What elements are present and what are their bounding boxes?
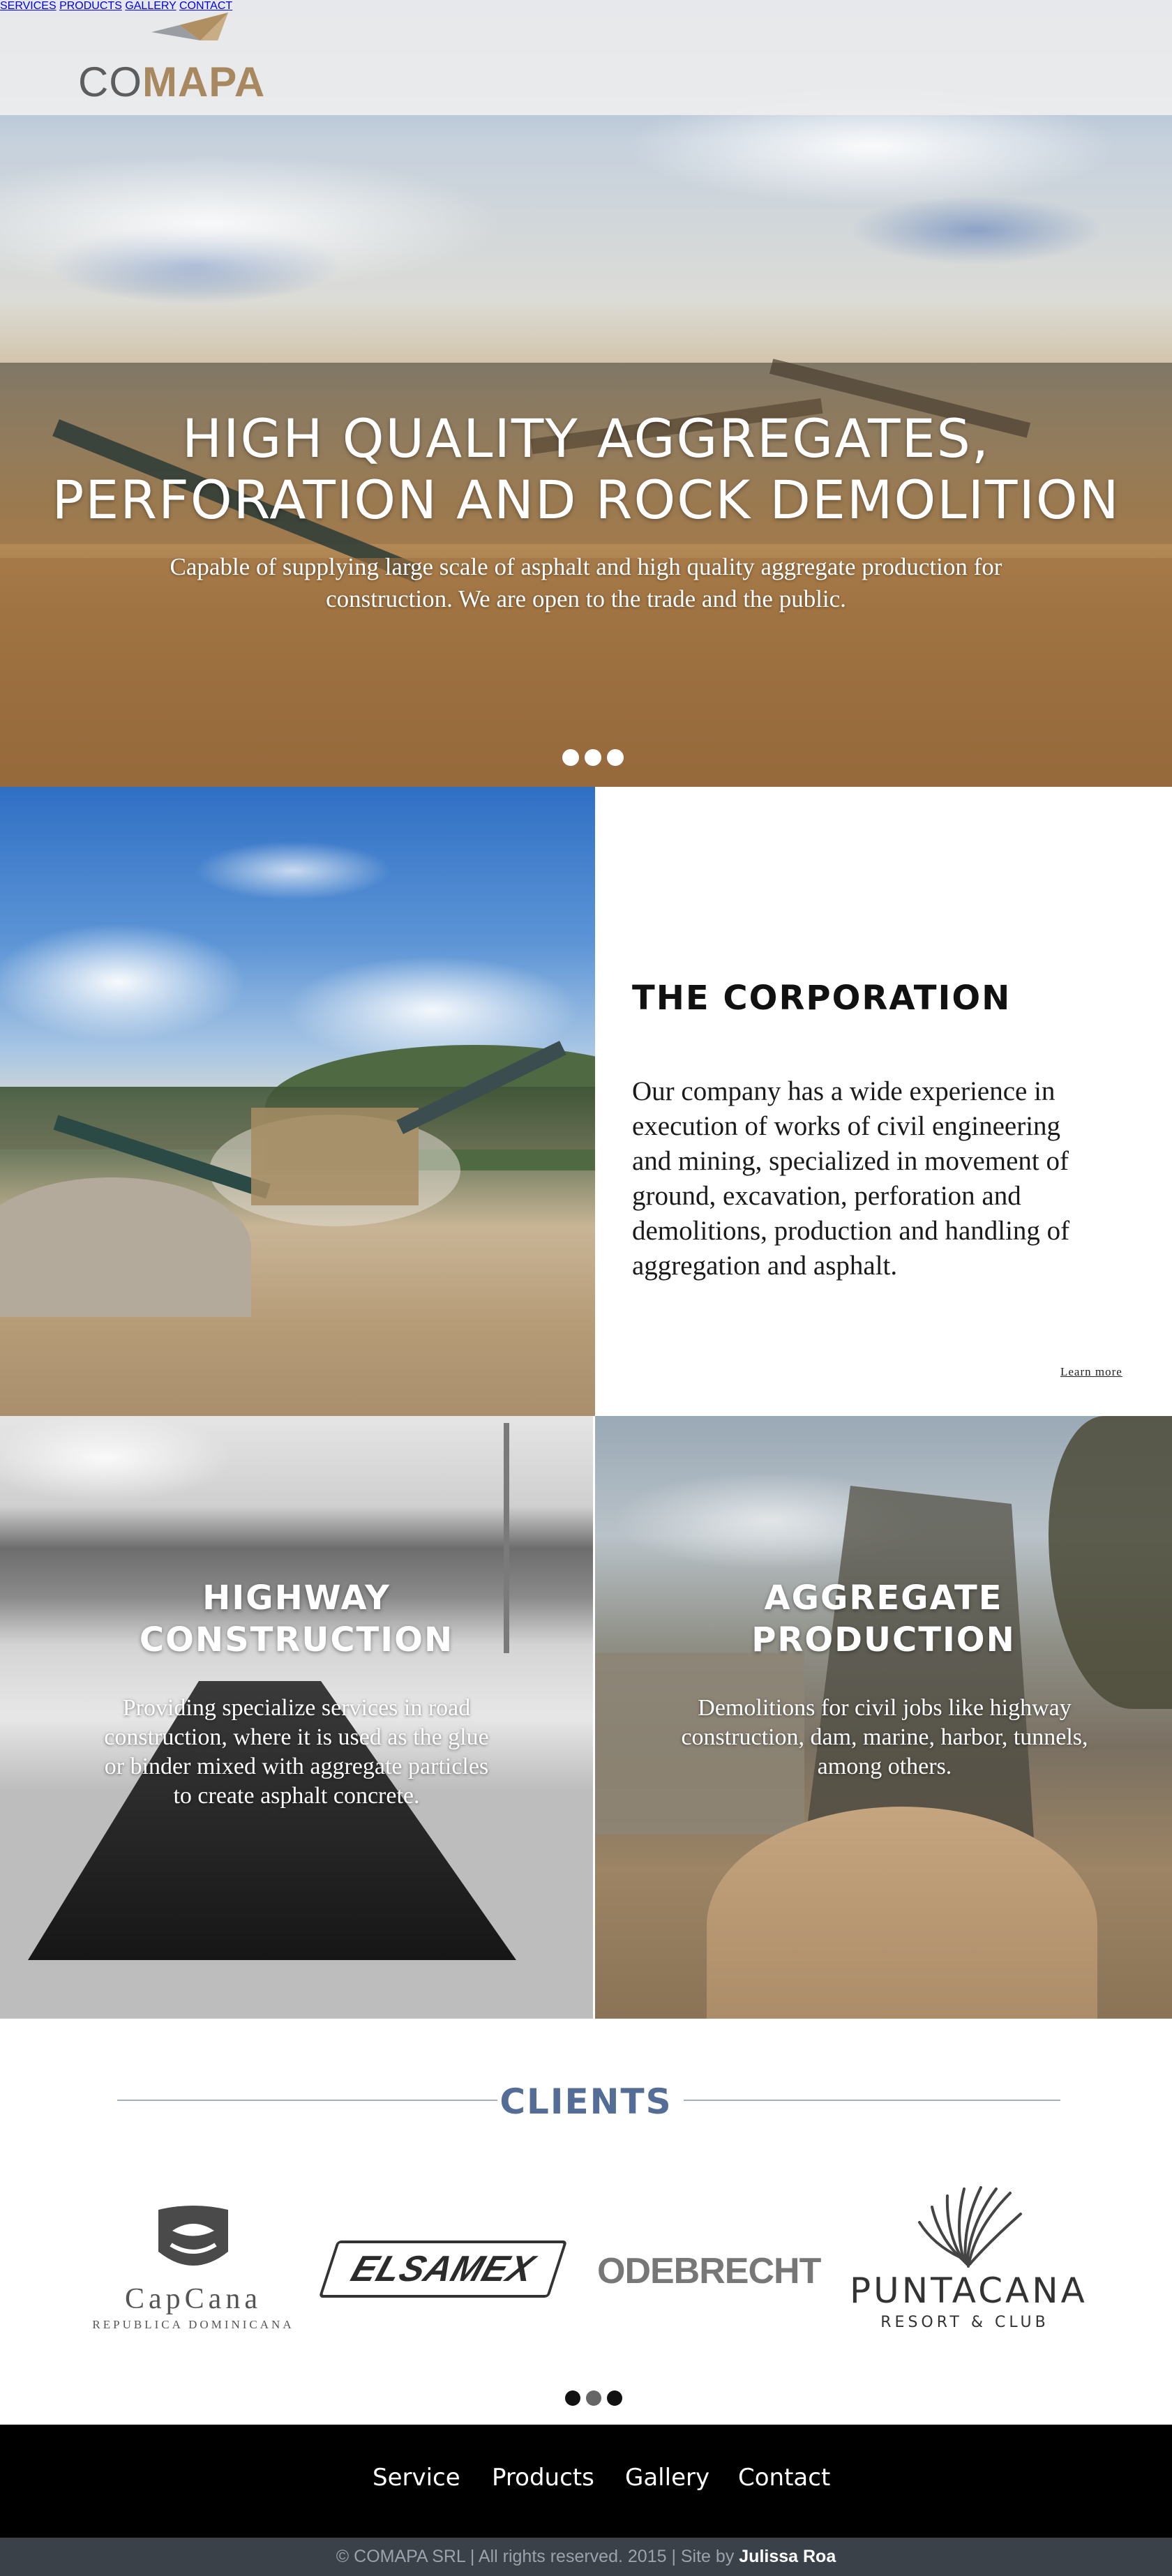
nav-link-gallery[interactable]: GALLERY xyxy=(125,0,176,12)
palm-leaf-icon xyxy=(918,2186,1022,2268)
photo-aggregate-pile xyxy=(707,1807,1097,2019)
corporation-section: THE CORPORATION Our company has a wide e… xyxy=(595,787,1172,1416)
corporation-description: Our company has a wide experience in exe… xyxy=(632,1076,1070,1281)
elsamex-frame: ELSAMEX xyxy=(318,2240,568,2298)
hero-title-line2: PERFORATION AND ROCK DEMOLITION xyxy=(52,469,1120,531)
site-author[interactable]: Julissa Roa xyxy=(739,2547,836,2566)
hero-slider-dots xyxy=(562,749,624,766)
corporation-title: THE CORPORATION xyxy=(632,979,1012,1018)
service-tile-aggregate[interactable]: AGGREGATE PRODUCTION Demolitions for civ… xyxy=(595,1416,1172,2019)
top-navigation-bar: COMAPA SERVICES PRODUCTS GALLERY CONTACT xyxy=(0,0,1172,115)
odebrecht-name: ODEBRECHT xyxy=(597,2251,821,2291)
service-title-line1: HIGHWAY xyxy=(202,1579,391,1618)
clients-slider-dots xyxy=(565,2390,622,2406)
main-nav: SERVICES PRODUCTS GALLERY CONTACT xyxy=(0,0,1172,13)
photo-crusher xyxy=(804,1486,1035,1848)
service-description: Demolitions for civil jobs like highway … xyxy=(681,1695,1088,1779)
nav-link-services[interactable]: SERVICES xyxy=(0,0,57,12)
client-logo-capcana[interactable]: CapCana REPUBLICA DOMINICANA xyxy=(92,2203,294,2335)
client-logo-puntacana[interactable]: PUNTACANA RESORT & CLUB xyxy=(850,2186,1088,2340)
client-logo-elsamex[interactable]: ELSAMEX xyxy=(318,2240,568,2302)
slider-dot[interactable] xyxy=(565,2390,580,2406)
capcana-subtitle: REPUBLICA DOMINICANA xyxy=(92,2318,294,2331)
learn-more-link[interactable]: Learn more xyxy=(1060,1365,1122,1379)
footer-navigation: Service Products Gallery Contact xyxy=(0,2425,1172,2538)
clients-title: CLIENTS xyxy=(499,2081,673,2122)
slider-dot[interactable] xyxy=(562,749,579,766)
clients-section: CLIENTS CapCana REPUBLICA DOMINICANA ELS… xyxy=(0,2019,1172,2425)
footer-link-products[interactable]: Products xyxy=(492,2464,594,2492)
comapa-logo[interactable]: COMAPA xyxy=(78,13,294,103)
hero-title: HIGH QUALITY AGGREGATES, PERFORATION AND… xyxy=(0,408,1172,531)
slider-dot[interactable] xyxy=(585,749,601,766)
service-title: AGGREGATE PRODUCTION xyxy=(595,1577,1172,1661)
logo-text-co: CO xyxy=(78,59,142,105)
capcana-emblem-icon xyxy=(158,2206,228,2266)
corporation-photo xyxy=(0,787,595,1416)
service-tile-highway[interactable]: HIGHWAY CONSTRUCTION Providing specializ… xyxy=(0,1416,593,2019)
photo-crusher xyxy=(251,1108,419,1205)
logo-text-mapa: MAPA xyxy=(142,59,266,105)
nav-link-contact[interactable]: CONTACT xyxy=(179,0,232,12)
puntacana-name: PUNTACANA xyxy=(850,2270,1088,2311)
hero-title-line1: HIGH QUALITY AGGREGATES, xyxy=(181,407,991,469)
capcana-name: CapCana xyxy=(125,2283,262,2315)
copyright-text: © COMAPA SRL | All rights reserved. 2015… xyxy=(336,2547,739,2566)
service-title: HIGHWAY CONSTRUCTION xyxy=(0,1577,593,1661)
footer-link-contact[interactable]: Contact xyxy=(738,2464,830,2492)
service-title-line2: CONSTRUCTION xyxy=(139,1620,454,1659)
slider-dot[interactable] xyxy=(607,749,624,766)
footer-link-service[interactable]: Service xyxy=(373,2464,460,2492)
hero-subtitle: Capable of supplying large scale of asph… xyxy=(170,553,1002,612)
slider-dot[interactable] xyxy=(607,2390,622,2406)
elsamex-name: ELSAMEX xyxy=(346,2249,540,2289)
hero-banner: COMAPA SERVICES PRODUCTS GALLERY CONTACT… xyxy=(0,0,1172,787)
photo-tree xyxy=(1049,1416,1172,1709)
logo-wordmark: COMAPA xyxy=(78,61,265,103)
puntacana-subtitle: RESORT & CLUB xyxy=(880,2314,1049,2331)
nav-link-products[interactable]: PRODUCTS xyxy=(59,0,122,12)
slider-dot[interactable] xyxy=(586,2390,601,2406)
logo-mountain-icon xyxy=(151,13,228,40)
footer-copyright-bar: © COMAPA SRL | All rights reserved. 2015… xyxy=(0,2538,1172,2576)
service-description: Providing specialize services in road co… xyxy=(104,1695,489,1809)
service-title-line2: PRODUCTION xyxy=(751,1620,1016,1659)
photo-gravel-pile xyxy=(0,1177,251,1317)
client-logo-odebrecht[interactable]: ODEBRECHT xyxy=(597,2250,821,2292)
footer-link-gallery[interactable]: Gallery xyxy=(625,2464,709,2492)
service-title-line1: AGGREGATE xyxy=(764,1579,1003,1618)
